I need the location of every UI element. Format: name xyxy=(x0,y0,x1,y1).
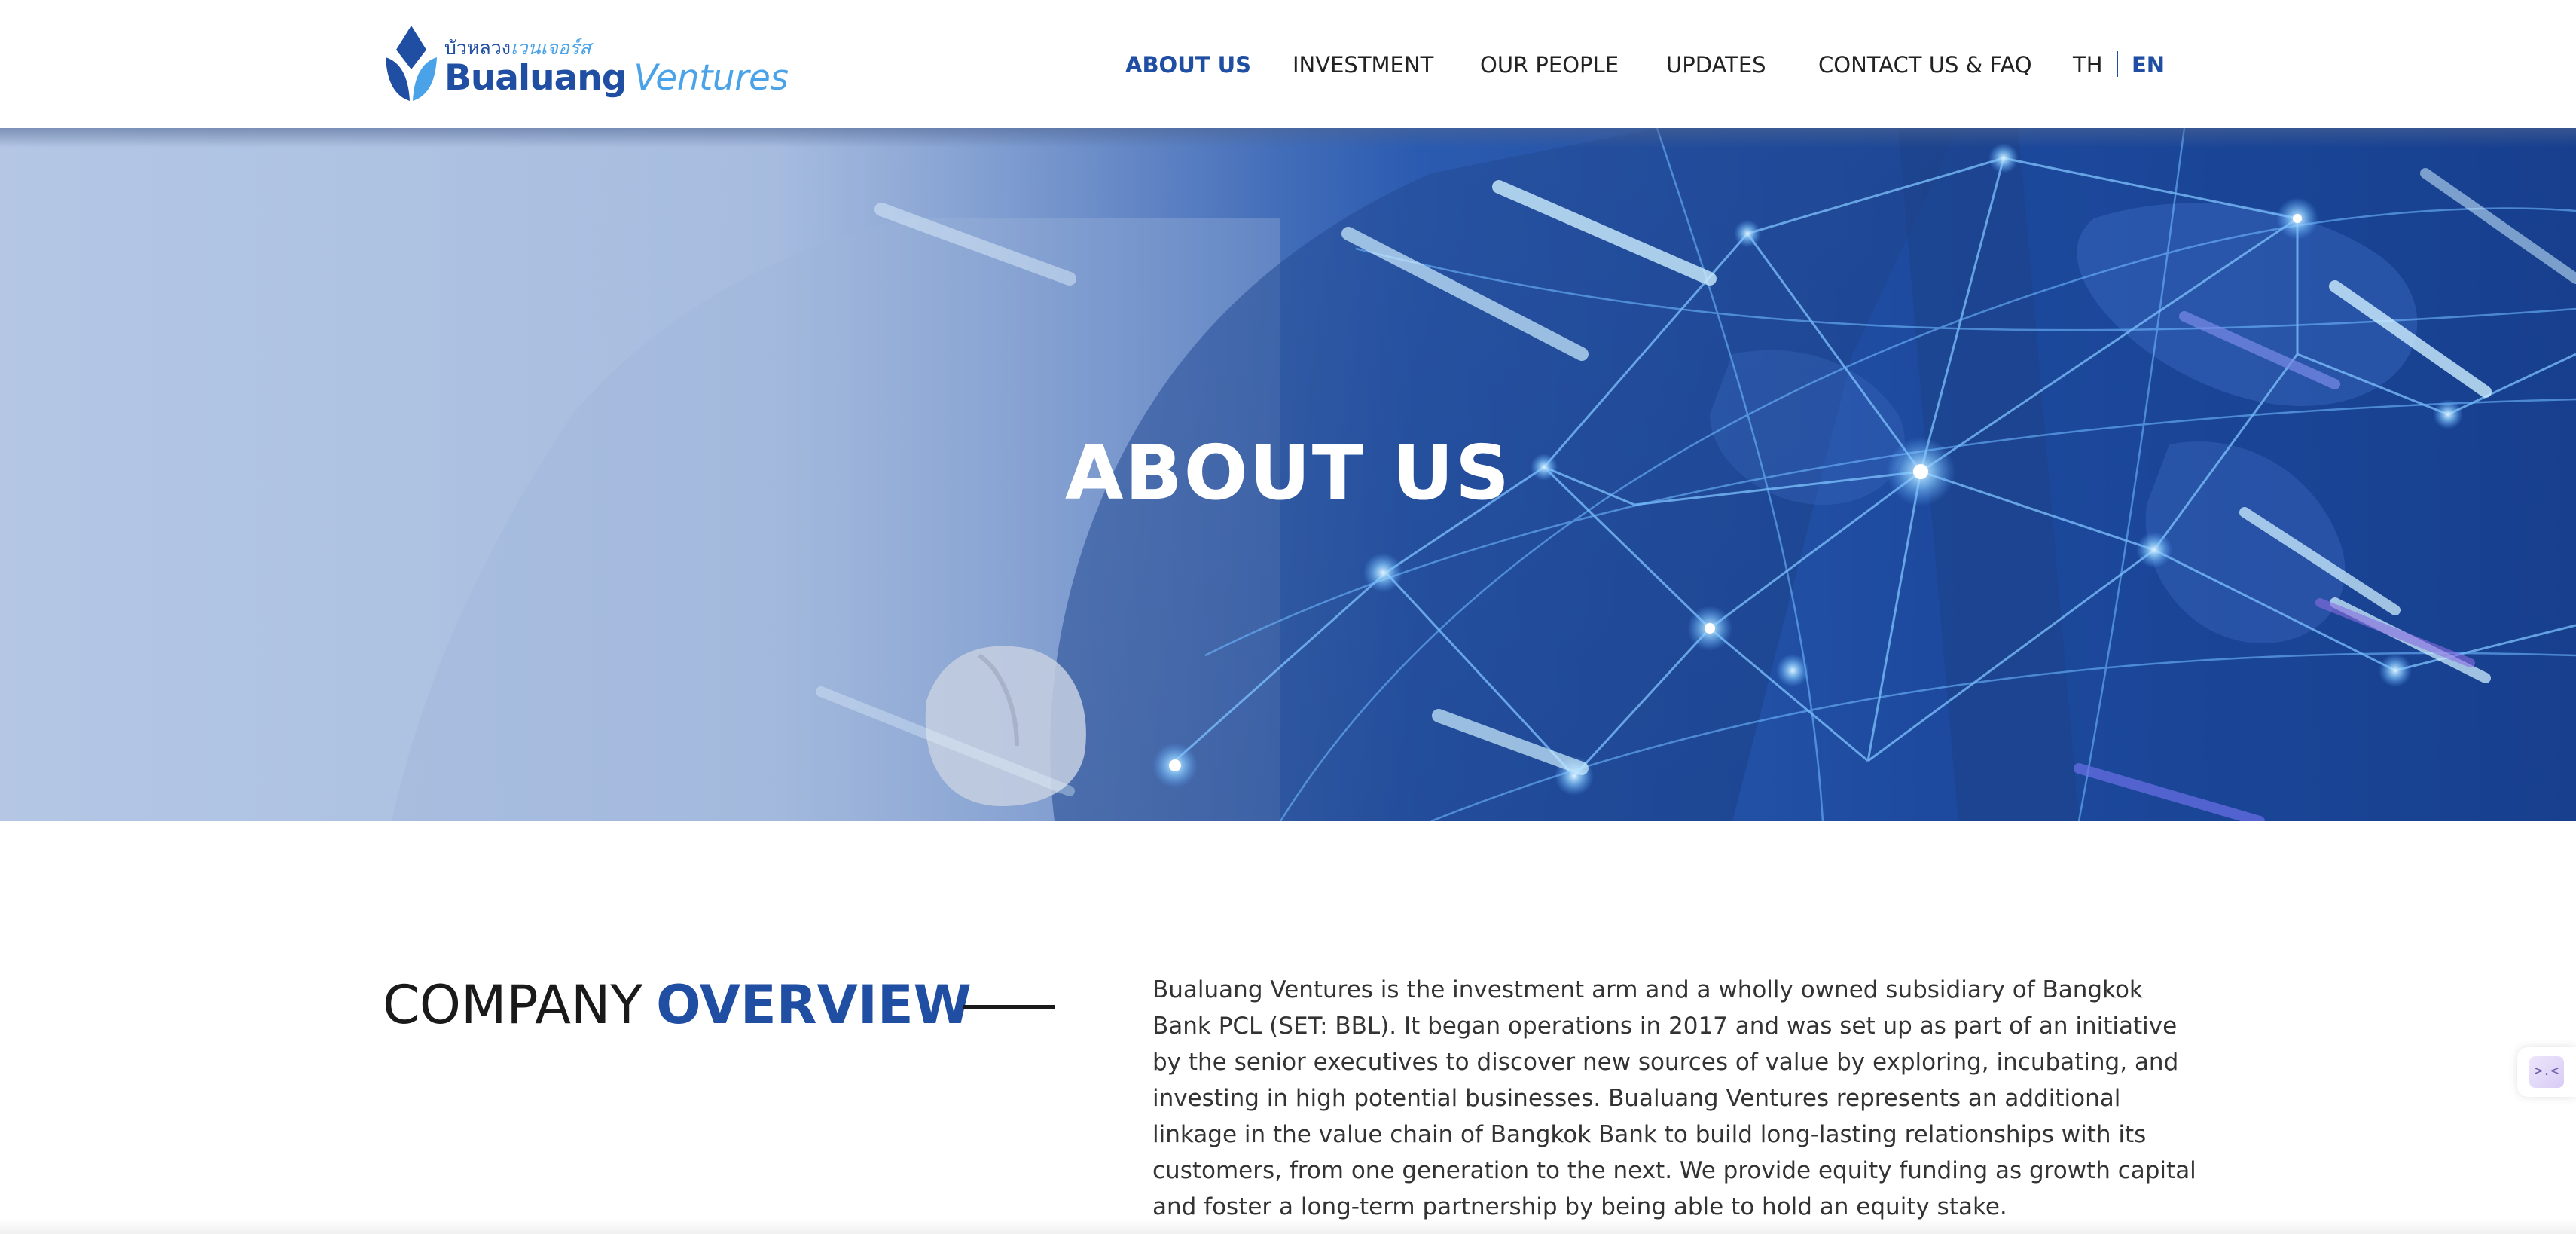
lotus-logo-icon xyxy=(386,26,437,101)
logo-name-italic: Ventures xyxy=(633,57,789,99)
section-heading: COMPANY OVERVIEW xyxy=(383,972,972,1038)
header-shadow xyxy=(0,128,2576,148)
site-header: บัวหลวงเวนเจอร์ส Bualuang Ventures ABOUT … xyxy=(0,0,2576,128)
heading-dash-divider xyxy=(963,1005,1055,1009)
hero-banner: ABOUT US xyxy=(0,128,2576,821)
company-overview-text: Bualuang Ventures is the investment arm … xyxy=(1152,976,2196,1220)
hero-title: ABOUT US xyxy=(1064,429,1512,517)
logo-wordmark: Bualuang Ventures xyxy=(444,56,789,108)
lang-th-button[interactable]: TH xyxy=(2073,48,2103,81)
nav-contact-faq[interactable]: CONTACT US & FAQ xyxy=(1818,48,2032,81)
floating-widget-button[interactable]: >.< xyxy=(2517,1047,2576,1097)
brand-logo[interactable]: บัวหลวงเวนเจอร์ส Bualuang Ventures xyxy=(383,23,789,105)
nav-about-us[interactable]: ABOUT US xyxy=(1125,48,1251,81)
heading-part-overview: OVERVIEW xyxy=(656,974,972,1036)
bottom-edge-shadow xyxy=(0,1219,2576,1234)
lang-divider xyxy=(2117,51,2118,77)
logo-name-bold: Bualuang xyxy=(444,57,627,99)
collapse-panel-icon: >.< xyxy=(2529,1056,2564,1088)
nav-investment[interactable]: INVESTMENT xyxy=(1293,48,1433,81)
lang-en-button[interactable]: EN xyxy=(2132,48,2165,81)
heading-part-company: COMPANY xyxy=(383,974,643,1036)
nav-our-people[interactable]: OUR PEOPLE xyxy=(1480,48,1619,81)
nav-updates[interactable]: UPDATES xyxy=(1666,48,1766,81)
